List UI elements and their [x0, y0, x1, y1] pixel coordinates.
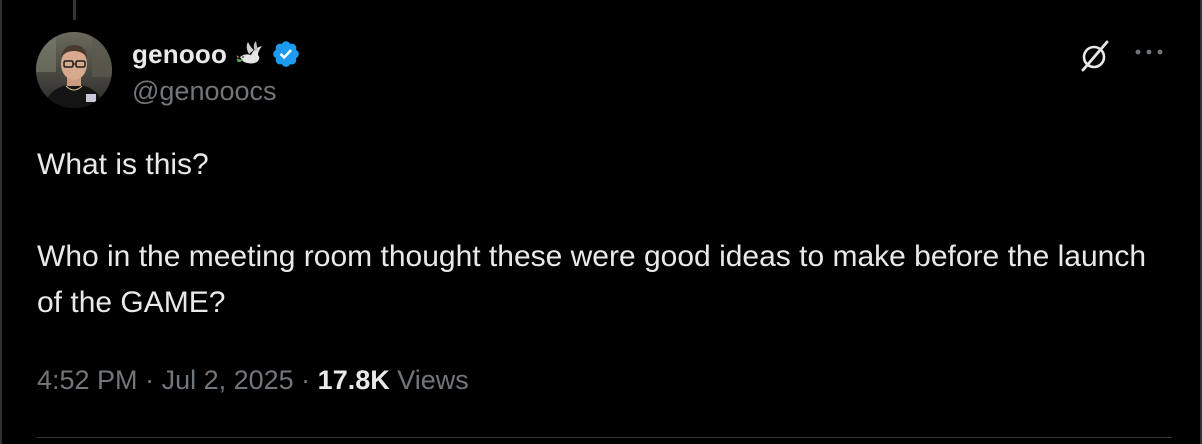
dove-emoji-icon: [236, 41, 263, 64]
avatar-image: [36, 32, 112, 108]
grok-icon[interactable]: [1076, 37, 1114, 75]
author-name-row[interactable]: genooo: [132, 34, 301, 74]
thread-connector-line: [73, 0, 76, 20]
left-border: [0, 0, 2, 444]
views-label[interactable]: Views: [390, 365, 469, 395]
tweet-meta: 4:52 PM · Jul 2, 2025 · 17.8K Views: [37, 365, 469, 396]
more-options-icon[interactable]: [1129, 35, 1169, 69]
display-name[interactable]: genooo: [132, 39, 227, 70]
verified-badge-icon[interactable]: [271, 39, 301, 69]
tweet-date[interactable]: Jul 2, 2025: [162, 365, 294, 395]
tweet-time[interactable]: 4:52 PM: [37, 365, 138, 395]
author-handle[interactable]: @genooocs: [132, 76, 277, 107]
avatar[interactable]: [36, 32, 112, 108]
tweet-text-paragraph-2: Who in the meeting room thought these we…: [37, 240, 1147, 319]
tweet-text: What is this? Who in the meeting room th…: [37, 142, 1177, 326]
divider: [37, 437, 1172, 438]
meta-separator: ·: [137, 365, 162, 395]
tweet-text-line-1: What is this?: [37, 148, 209, 181]
meta-separator: ·: [293, 365, 318, 395]
views-count[interactable]: 17.8K: [318, 365, 390, 395]
